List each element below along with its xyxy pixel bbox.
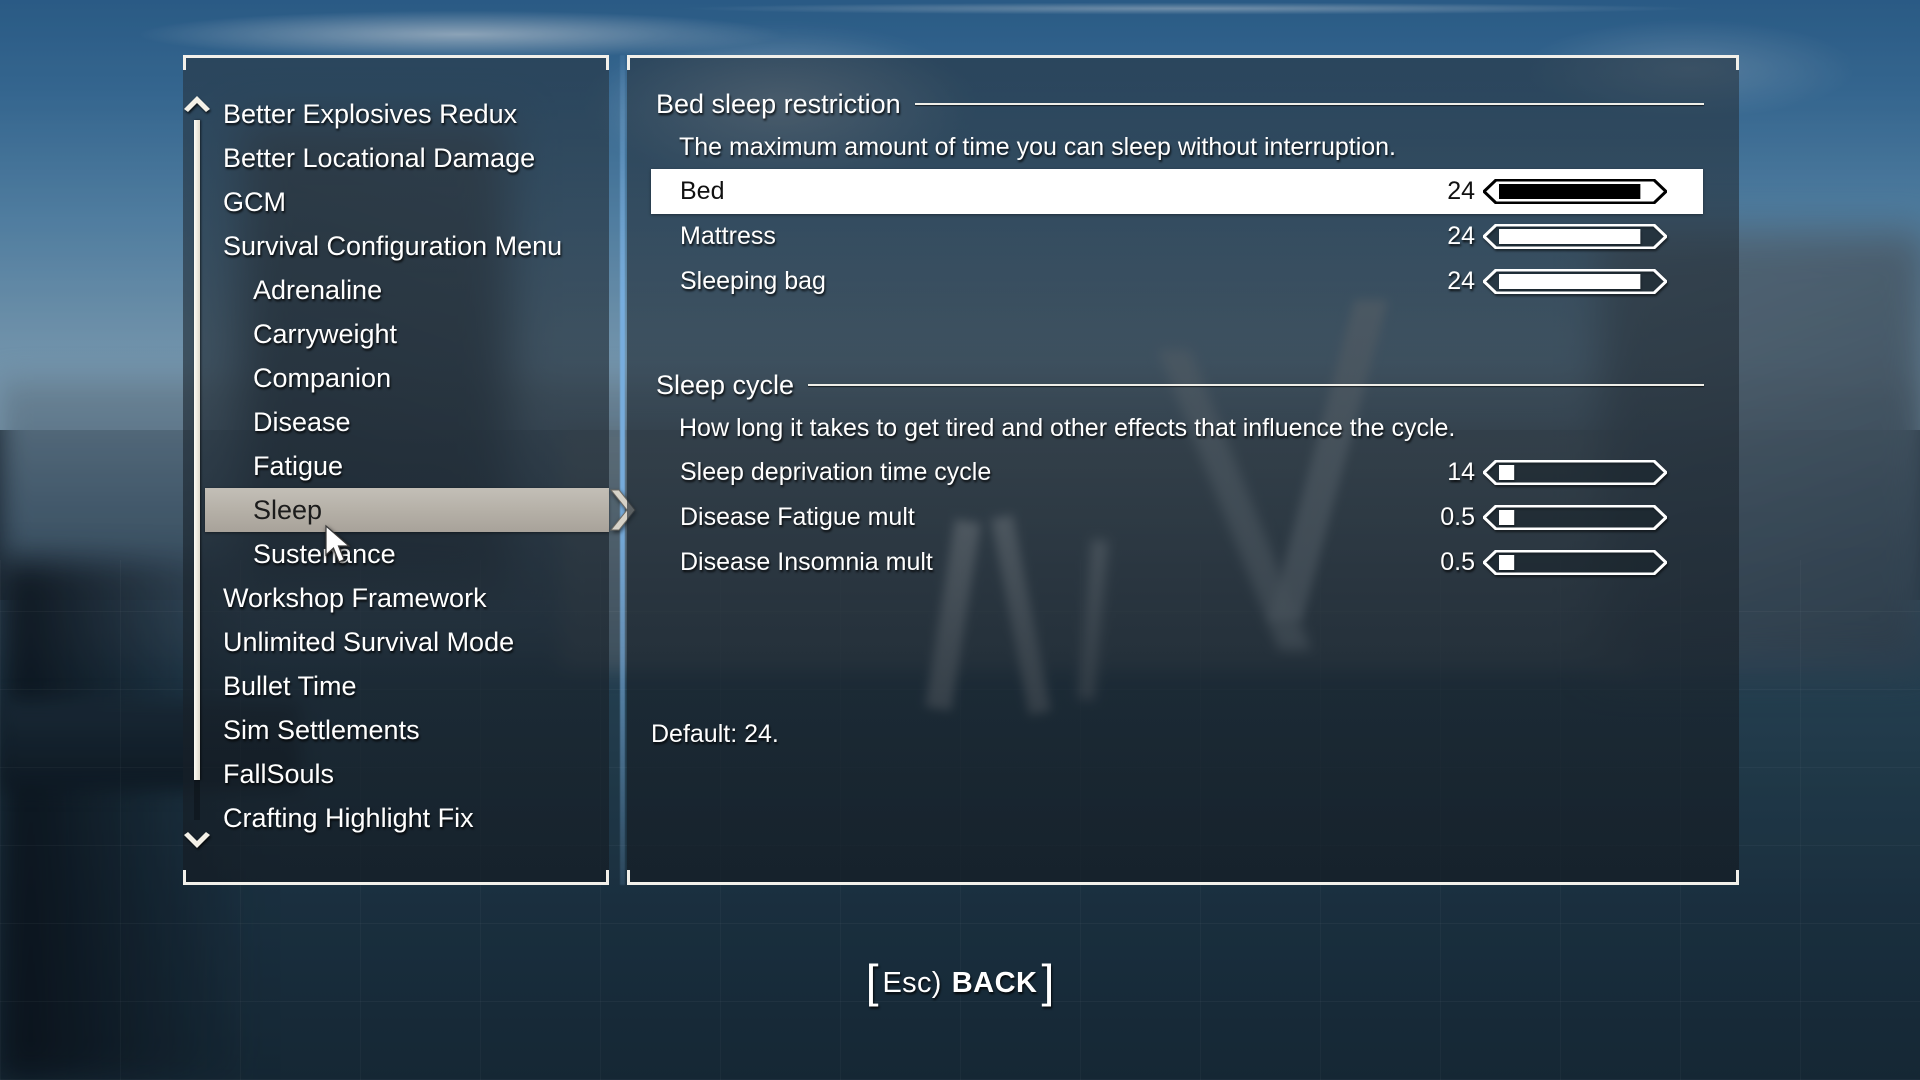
sidebar-item-label: Sleep [253, 495, 323, 525]
sidebar-item-sleep[interactable]: Sleep [205, 488, 636, 532]
setting-row[interactable]: Sleep deprivation time cycle 14 [651, 450, 1703, 495]
slider-control[interactable]: 24 [1431, 259, 1667, 304]
setting-label: Bed [680, 177, 725, 205]
section-rule [914, 103, 1704, 105]
sidebar-item-unlimited-survival-mode[interactable]: Unlimited Survival Mode [205, 620, 625, 664]
sidebar-item-fallsouls[interactable]: FallSouls [205, 752, 625, 796]
setting-label: Disease Fatigue mult [680, 503, 915, 531]
sidebar-item-label: Unlimited Survival Mode [223, 627, 515, 657]
sidebar-item-label: Disease [253, 407, 351, 437]
section-description: The maximum amount of time you can sleep… [679, 133, 1397, 161]
default-value-note: Default: 24. [651, 720, 779, 748]
mouse-cursor [324, 524, 354, 564]
sidebar-item-adrenaline[interactable]: Adrenaline [205, 268, 625, 312]
settings-content: Bed sleep restriction The maximum amount … [627, 55, 1739, 885]
sidebar-item-sim-settlements[interactable]: Sim Settlements [205, 708, 625, 752]
sidebar-item-workshop-framework[interactable]: Workshop Framework [205, 576, 625, 620]
sidebar-item-label: Fatigue [253, 451, 344, 481]
slider-track[interactable] [1483, 550, 1667, 575]
settings-section: Sleep cycle How long it takes to get tire… [627, 364, 1739, 585]
sidebar-item-disease[interactable]: Disease [205, 400, 625, 444]
bracket-open-icon: [ [865, 955, 879, 1007]
slider-value: 24 [1447, 177, 1475, 205]
back-button[interactable]: [ Esc) BACK ] [862, 958, 1059, 1008]
sidebar-item-better-locational-damage[interactable]: Better Locational Damage [205, 136, 625, 180]
setting-label: Mattress [680, 222, 776, 250]
slider-control[interactable]: 14 [1431, 450, 1667, 495]
setting-row[interactable]: Disease Fatigue mult 0.5 [651, 495, 1703, 540]
sidebar-item-label: GCM [223, 187, 286, 217]
settings-section: Bed sleep restriction The maximum amount … [627, 83, 1739, 304]
game-settings-screen: Better Explosives Redux Better Locational… [0, 0, 1920, 1080]
sidebar-item-better-explosives-redux[interactable]: Better Explosives Redux [205, 92, 625, 136]
section-rule [808, 384, 1704, 386]
sidebar-item-label: Companion [253, 363, 392, 393]
slider-track[interactable] [1483, 505, 1667, 530]
sidebar-item-bullet-time[interactable]: Bullet Time [205, 664, 625, 708]
slider-value: 14 [1447, 458, 1475, 486]
sidebar-item-sustenance[interactable]: Sustenance [205, 532, 625, 576]
scrollbar-thumb[interactable] [194, 120, 200, 780]
esc-key-label: Esc) [882, 966, 942, 999]
setting-label: Sleeping bag [680, 267, 826, 295]
section-description: How long it takes to get tired and other… [679, 414, 1456, 442]
sidebar-item-carryweight[interactable]: Carryweight [205, 312, 625, 356]
slider-value: 24 [1447, 267, 1475, 295]
sidebar-item-label: FallSouls [223, 759, 335, 789]
slider-control[interactable]: 0.5 [1431, 495, 1667, 540]
panel-frame-bottom [183, 870, 609, 885]
slider-track[interactable] [1483, 460, 1667, 485]
sidebar-item-label: Adrenaline [253, 275, 383, 305]
slider-control[interactable]: 24 [1431, 214, 1667, 259]
section-header: Bed sleep restriction [627, 83, 1739, 125]
section-header: Sleep cycle [627, 364, 1739, 406]
sidebar-item-label: Better Locational Damage [223, 143, 536, 173]
sidebar-item-fatigue[interactable]: Fatigue [205, 444, 625, 488]
sidebar-item-companion[interactable]: Companion [205, 356, 625, 400]
sidebar-item-survival-configuration-menu[interactable]: Survival Configuration Menu [205, 224, 625, 268]
sidebar-item-label: Better Explosives Redux [223, 99, 518, 129]
slider-value: 0.5 [1440, 548, 1475, 576]
sidebar-item-label: Workshop Framework [223, 583, 487, 613]
footer-bar: [ Esc) BACK ] [0, 958, 1920, 1008]
sidebar-item-label: Survival Configuration Menu [223, 231, 563, 261]
sidebar-item-label: Crafting Highlight Fix [223, 803, 474, 833]
sidebar-item-label: Sim Settlements [223, 715, 420, 745]
slider-track[interactable] [1483, 179, 1667, 204]
mod-list[interactable]: Better Explosives Redux Better Locational… [205, 92, 636, 840]
back-button-label: BACK [951, 966, 1038, 999]
setting-row[interactable]: Disease Insomnia mult 0.5 [651, 540, 1703, 585]
setting-label: Sleep deprivation time cycle [680, 458, 992, 486]
slider-track[interactable] [1483, 269, 1667, 294]
slider-control[interactable]: 24 [1431, 169, 1667, 214]
slider-value: 0.5 [1440, 503, 1475, 531]
sidebar-item-label: Carryweight [253, 319, 398, 349]
sidebar-item-gcm[interactable]: GCM [205, 180, 625, 224]
bracket-close-icon: ] [1041, 955, 1055, 1007]
sidebar-item-crafting-highlight-fix[interactable]: Crafting Highlight Fix [205, 796, 625, 840]
setting-row[interactable]: Sleeping bag 24 [651, 259, 1703, 304]
setting-label: Disease Insomnia mult [680, 548, 933, 576]
panel-frame-top [183, 55, 609, 70]
sidebar-item-label: Bullet Time [223, 671, 357, 701]
setting-row[interactable]: Mattress 24 [651, 214, 1703, 259]
section-title: Bed sleep restriction [656, 88, 901, 119]
section-title: Sleep cycle [656, 369, 795, 400]
setting-row[interactable]: Bed 24 [651, 169, 1703, 214]
scrollbar-track[interactable] [194, 120, 200, 820]
slider-value: 24 [1447, 222, 1475, 250]
slider-control[interactable]: 0.5 [1431, 540, 1667, 585]
slider-track[interactable] [1483, 224, 1667, 249]
